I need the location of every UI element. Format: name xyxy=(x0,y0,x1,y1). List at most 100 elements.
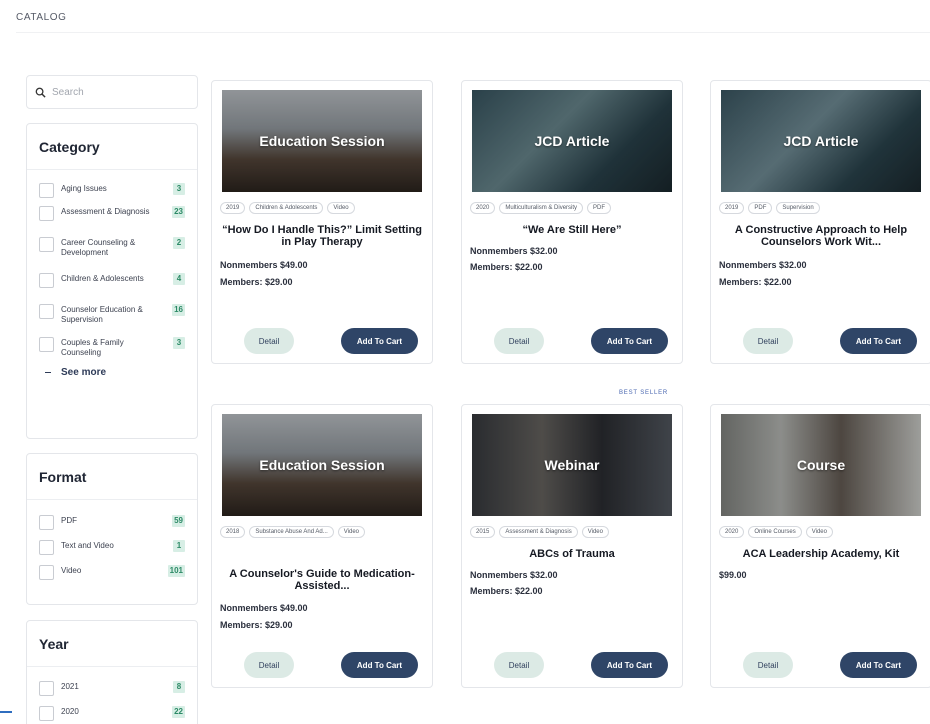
filter-label: 2020 xyxy=(61,707,79,716)
detail-button[interactable]: Detail xyxy=(494,652,544,678)
product-thumbnail[interactable]: Course xyxy=(721,414,921,516)
page-title: CATALOG xyxy=(16,12,67,23)
product-title[interactable]: ABCs of Trauma xyxy=(472,548,672,560)
minus-icon xyxy=(45,372,51,373)
product-tag: 2018 xyxy=(220,526,246,538)
product-title[interactable]: “How Do I Handle This?” Limit Setting in… xyxy=(222,224,422,248)
checkbox[interactable] xyxy=(39,540,54,555)
filter-item-counselor-education[interactable]: Counselor Education & Supervision 16 xyxy=(39,304,185,324)
checkbox[interactable] xyxy=(39,304,54,319)
product-type-label: JCD Article xyxy=(534,133,610,149)
add-to-cart-button[interactable]: Add To Cart xyxy=(591,328,668,354)
product-title[interactable]: A Constructive Approach to Help Counselo… xyxy=(721,224,921,248)
filter-label: 2021 xyxy=(61,682,79,691)
detail-button[interactable]: Detail xyxy=(244,652,294,678)
detail-button[interactable]: Detail xyxy=(743,652,793,678)
filter-item-2021[interactable]: 2021 8 xyxy=(39,681,185,696)
see-more-link[interactable]: See more xyxy=(39,367,185,378)
product-card: Course 2020 Online Courses Video ACA Lea… xyxy=(710,404,930,688)
filter-item-2020[interactable]: 2020 22 xyxy=(39,706,185,721)
product-tags: 2019 PDF Supervision xyxy=(719,202,923,214)
product-thumbnail[interactable]: Webinar xyxy=(472,414,672,516)
checkbox[interactable] xyxy=(39,337,54,352)
product-card: JCD Article 2019 PDF Supervision A Const… xyxy=(710,80,930,364)
product-tag: Video xyxy=(337,526,365,538)
product-thumbnail[interactable]: JCD Article xyxy=(472,90,672,192)
product-tag: 2020 xyxy=(719,526,745,538)
product-thumbnail[interactable]: Education Session xyxy=(222,90,422,192)
detail-button[interactable]: Detail xyxy=(244,328,294,354)
member-price: Members: $22.00 xyxy=(470,262,543,272)
price: $99.00 xyxy=(719,570,747,580)
filter-item-children-adolescents[interactable]: Children & Adolescents 4 xyxy=(39,273,185,288)
product-tag: Online Courses xyxy=(748,526,802,538)
product-title[interactable]: A Counselor's Guide to Medication- Assis… xyxy=(222,568,422,592)
filter-count-badge: 2 xyxy=(173,237,185,249)
filter-item-text-and-video[interactable]: Text and Video 1 xyxy=(39,540,185,555)
product-tag: Substance Abuse And Ad... xyxy=(249,526,334,538)
format-filter-panel: Format PDF 59 Text and Video 1 Video 101 xyxy=(26,453,198,605)
title-divider xyxy=(16,32,930,33)
checkbox[interactable] xyxy=(39,183,54,198)
filter-label: Counselor Education & Supervision xyxy=(61,305,143,324)
product-title[interactable]: ACA Leadership Academy, Kit xyxy=(721,548,921,560)
member-price: Members: $29.00 xyxy=(220,620,293,630)
checkbox[interactable] xyxy=(39,706,54,721)
product-tag: 2019 xyxy=(719,202,745,214)
product-thumbnail[interactable]: Education Session xyxy=(222,414,422,516)
member-price: Members: $22.00 xyxy=(719,277,792,287)
member-price: Members: $22.00 xyxy=(470,586,543,596)
checkbox[interactable] xyxy=(39,515,54,530)
checkbox[interactable] xyxy=(39,681,54,696)
year-filter-title: Year xyxy=(27,621,197,667)
product-type-label: Webinar xyxy=(544,457,600,473)
product-tag: PDF xyxy=(587,202,612,214)
filter-count-badge: 101 xyxy=(167,565,185,577)
filter-item-assessment-diagnosis[interactable]: Assessment & Diagnosis 23 xyxy=(39,206,185,221)
scroll-indicator xyxy=(0,711,12,713)
product-tag: PDF xyxy=(748,202,773,214)
add-to-cart-button[interactable]: Add To Cart xyxy=(840,328,917,354)
filter-item-pdf[interactable]: PDF 59 xyxy=(39,515,185,530)
add-to-cart-button[interactable]: Add To Cart xyxy=(341,328,418,354)
product-tag: Video xyxy=(805,526,833,538)
filter-label: Career Counseling & Development xyxy=(61,238,136,257)
filter-count-badge: 4 xyxy=(173,273,185,285)
filter-item-couples-family[interactable]: Couples & Family Counseling 3 xyxy=(39,337,185,357)
format-filter-title: Format xyxy=(27,454,197,500)
filter-item-aging-issues[interactable]: Aging Issues 3 xyxy=(39,183,185,198)
filter-label: Children & Adolescents xyxy=(61,274,144,283)
search-icon xyxy=(35,87,46,98)
add-to-cart-button[interactable]: Add To Cart xyxy=(840,652,917,678)
search-box[interactable] xyxy=(26,75,198,109)
checkbox[interactable] xyxy=(39,206,54,221)
filter-label: Text and Video xyxy=(61,541,114,550)
checkbox[interactable] xyxy=(39,273,54,288)
search-input[interactable] xyxy=(52,86,192,98)
filter-label: Assessment & Diagnosis xyxy=(61,207,150,216)
product-tag: Supervision xyxy=(776,202,820,214)
detail-button[interactable]: Detail xyxy=(494,328,544,354)
add-to-cart-button[interactable]: Add To Cart xyxy=(591,652,668,678)
product-tag: Multiculturalism & Diversity xyxy=(499,202,584,214)
product-card: Education Session 2018 Substance Abuse A… xyxy=(211,404,433,688)
product-type-label: Course xyxy=(796,457,846,473)
filter-label: Video xyxy=(61,566,82,575)
filter-item-video[interactable]: Video 101 xyxy=(39,565,185,580)
add-to-cart-button[interactable]: Add To Cart xyxy=(341,652,418,678)
filter-count-badge: 23 xyxy=(172,206,185,218)
checkbox[interactable] xyxy=(39,565,54,580)
filter-count-badge: 22 xyxy=(172,706,185,718)
filter-item-career-counseling[interactable]: Career Counseling & Development 2 xyxy=(39,237,185,257)
checkbox[interactable] xyxy=(39,237,54,252)
product-tag: 2019 xyxy=(220,202,246,214)
filter-count-badge: 8 xyxy=(173,681,185,693)
product-tags: 2015 Assessment & Diagnosis Video xyxy=(470,526,674,538)
filter-label: PDF xyxy=(61,516,77,525)
product-tag: Assessment & Diagnosis xyxy=(499,526,578,538)
product-title[interactable]: “We Are Still Here” xyxy=(472,224,672,236)
product-tags: 2020 Online Courses Video xyxy=(719,526,923,538)
detail-button[interactable]: Detail xyxy=(743,328,793,354)
filter-count-badge: 3 xyxy=(173,183,185,195)
product-thumbnail[interactable]: JCD Article xyxy=(721,90,921,192)
